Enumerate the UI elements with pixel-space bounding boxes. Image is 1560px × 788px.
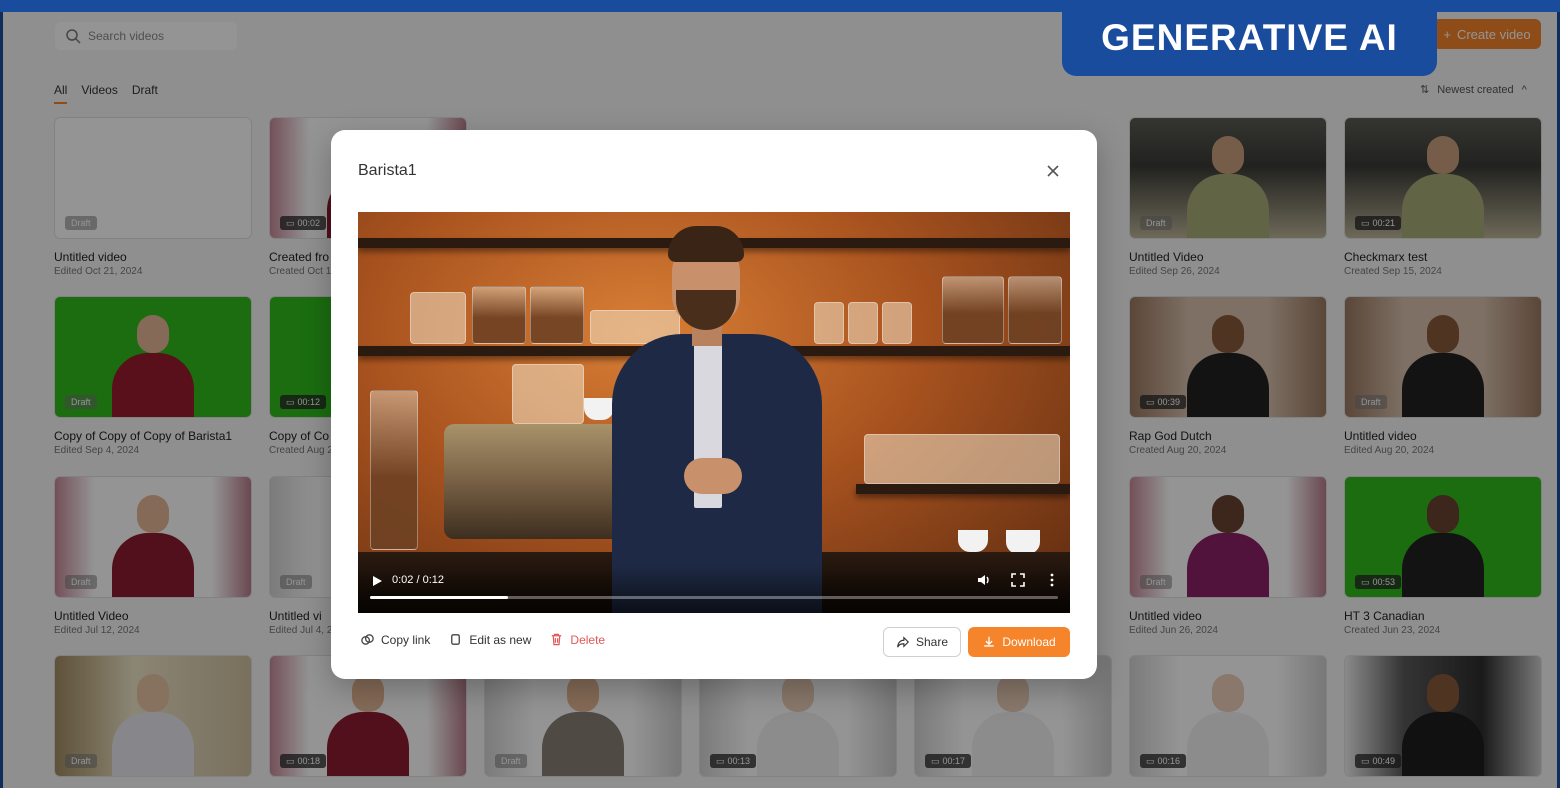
delete-button[interactable]: Delete bbox=[549, 632, 605, 647]
jar bbox=[472, 286, 526, 344]
player-controls: 0:02 / 0:12 bbox=[358, 564, 1070, 613]
cup bbox=[958, 530, 988, 552]
more-options-icon[interactable] bbox=[1044, 572, 1060, 588]
grinder bbox=[370, 390, 418, 550]
volume-icon[interactable] bbox=[976, 572, 992, 588]
cup bbox=[1006, 530, 1040, 554]
edit-as-new-label: Edit as new bbox=[469, 632, 532, 647]
copy-link-label: Copy link bbox=[381, 632, 431, 647]
shelf bbox=[856, 484, 1070, 494]
jar bbox=[1008, 276, 1062, 344]
jar bbox=[410, 292, 466, 344]
video-player[interactable]: 0:02 / 0:12 bbox=[358, 212, 1070, 613]
video-preview-modal: Barista1 0:02 / 0:12 Copy link Edit as n… bbox=[331, 130, 1097, 679]
jar bbox=[512, 364, 584, 424]
cup bbox=[584, 398, 614, 420]
close-button[interactable] bbox=[1043, 161, 1063, 181]
jar bbox=[882, 302, 912, 344]
share-icon bbox=[897, 636, 910, 648]
glasses bbox=[864, 434, 1060, 484]
download-icon bbox=[984, 636, 995, 647]
generative-ai-banner: GENERATIVE AI bbox=[1062, 0, 1437, 76]
time-display: 0:02 / 0:12 bbox=[392, 574, 444, 586]
download-button[interactable]: Download bbox=[968, 627, 1070, 657]
modal-actions: Copy link Edit as new Delete bbox=[360, 632, 605, 647]
trash-icon bbox=[552, 633, 562, 646]
share-button[interactable]: Share bbox=[883, 627, 961, 657]
jar bbox=[848, 302, 878, 344]
download-label: Download bbox=[1002, 635, 1056, 649]
modal-title: Barista1 bbox=[358, 162, 417, 179]
copy-link-button[interactable]: Copy link bbox=[360, 632, 430, 647]
play-icon[interactable] bbox=[370, 574, 384, 588]
share-label: Share bbox=[915, 635, 949, 649]
progress-fill bbox=[370, 596, 508, 599]
edit-as-new-button[interactable]: Edit as new bbox=[448, 632, 531, 647]
jar bbox=[530, 286, 584, 344]
fullscreen-icon[interactable] bbox=[1010, 572, 1026, 588]
jar bbox=[942, 276, 1004, 344]
barista-avatar bbox=[612, 226, 822, 613]
close-icon bbox=[1047, 165, 1059, 177]
copy-icon bbox=[451, 634, 461, 645]
progress-bar[interactable] bbox=[370, 596, 1058, 599]
link-icon bbox=[361, 634, 374, 645]
delete-label: Delete bbox=[570, 632, 606, 647]
